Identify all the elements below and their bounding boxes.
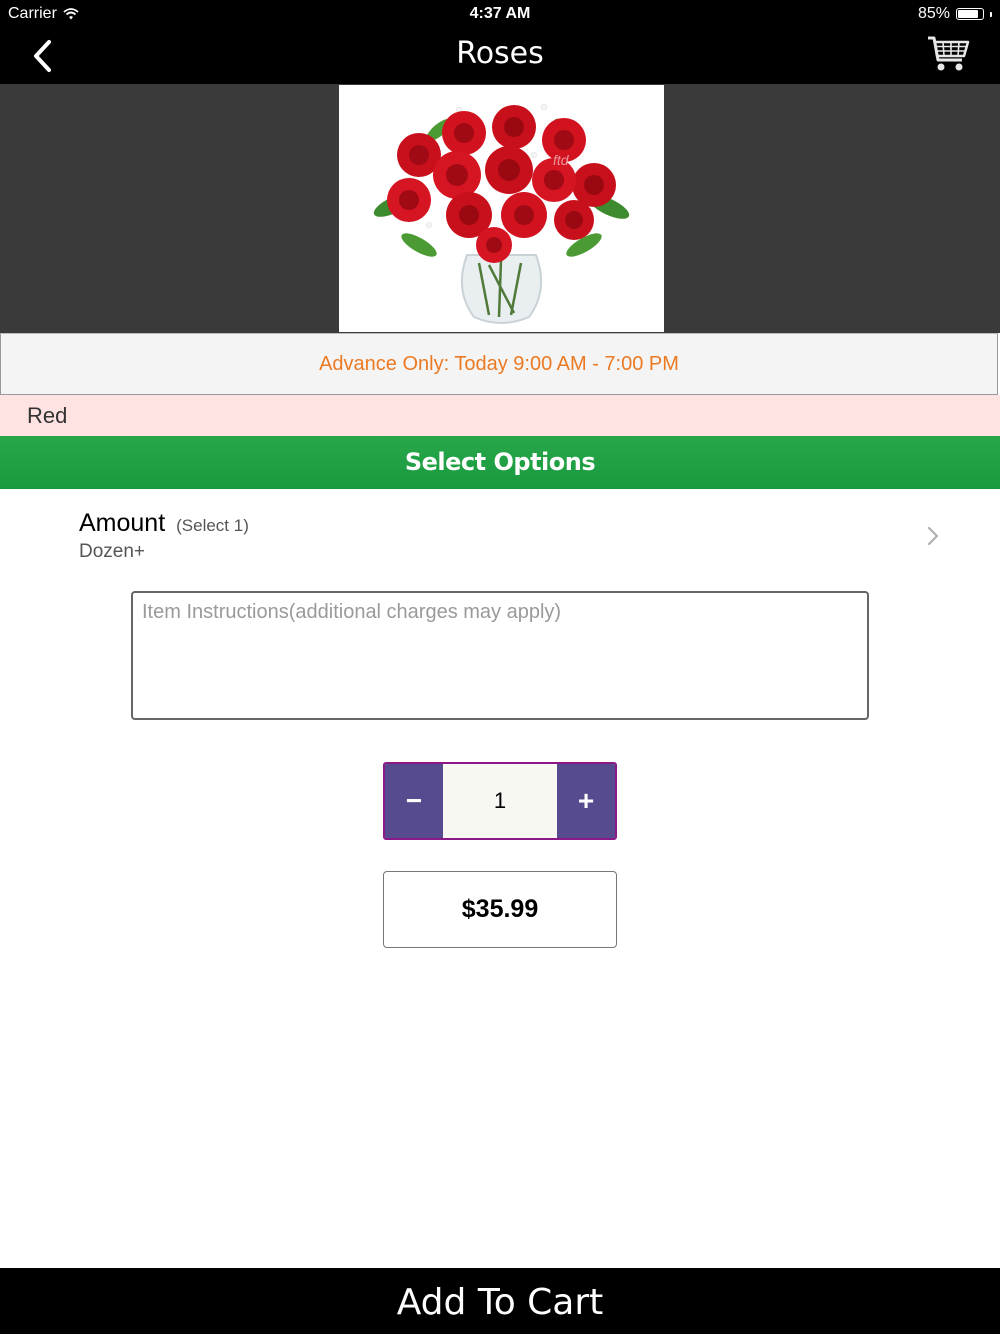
select-options-label: Select Options <box>404 448 596 476</box>
roses-bouquet-image: ftd <box>373 103 630 324</box>
page-title: Roses <box>456 36 544 71</box>
variant-strip: Red <box>0 395 1000 436</box>
amount-title: Amount (Select 1) <box>79 509 249 538</box>
battery-indicator: 85% <box>918 5 992 23</box>
select-options-header: Select Options <box>0 436 1000 489</box>
quantity-value[interactable]: 1 <box>443 764 557 838</box>
increment-button[interactable]: + <box>557 764 615 838</box>
amount-hint: (Select 1) <box>176 516 249 535</box>
amount-label: Amount <box>79 509 166 537</box>
clock: 4:37 AM <box>469 5 531 22</box>
chevron-right-icon <box>927 526 939 546</box>
product-image-banner: ftd <box>0 84 1000 333</box>
product-photo[interactable]: ftd <box>339 85 664 332</box>
watermark-text: ftd <box>553 152 570 168</box>
battery-icon <box>956 8 984 20</box>
shopping-cart-icon <box>928 36 970 71</box>
add-to-cart-button[interactable]: Add To Cart <box>0 1268 1000 1334</box>
decrement-button[interactable]: − <box>385 764 443 838</box>
item-instructions-field[interactable] <box>131 591 869 720</box>
nav-bar: Roses <box>0 28 1000 84</box>
availability-banner: Advance Only: Today 9:00 AM - 7:00 PM <box>0 333 998 395</box>
price-value: $35.99 <box>461 895 539 923</box>
cart-button[interactable] <box>926 34 970 74</box>
battery-percent: 85% <box>917 5 950 22</box>
add-to-cart-label: Add To Cart <box>396 1282 604 1323</box>
status-bar: Carrier 4:37 AM 85% <box>0 0 1000 28</box>
price-display: $35.99 <box>383 871 617 948</box>
variant-label: Red <box>27 403 68 428</box>
quantity-stepper: − 1 + <box>383 762 617 840</box>
amount-option-row[interactable]: Amount (Select 1) Dozen+ <box>0 489 1000 574</box>
amount-value: Dozen+ <box>79 541 146 562</box>
availability-text: Advance Only: Today 9:00 AM - 7:00 PM <box>319 353 679 375</box>
